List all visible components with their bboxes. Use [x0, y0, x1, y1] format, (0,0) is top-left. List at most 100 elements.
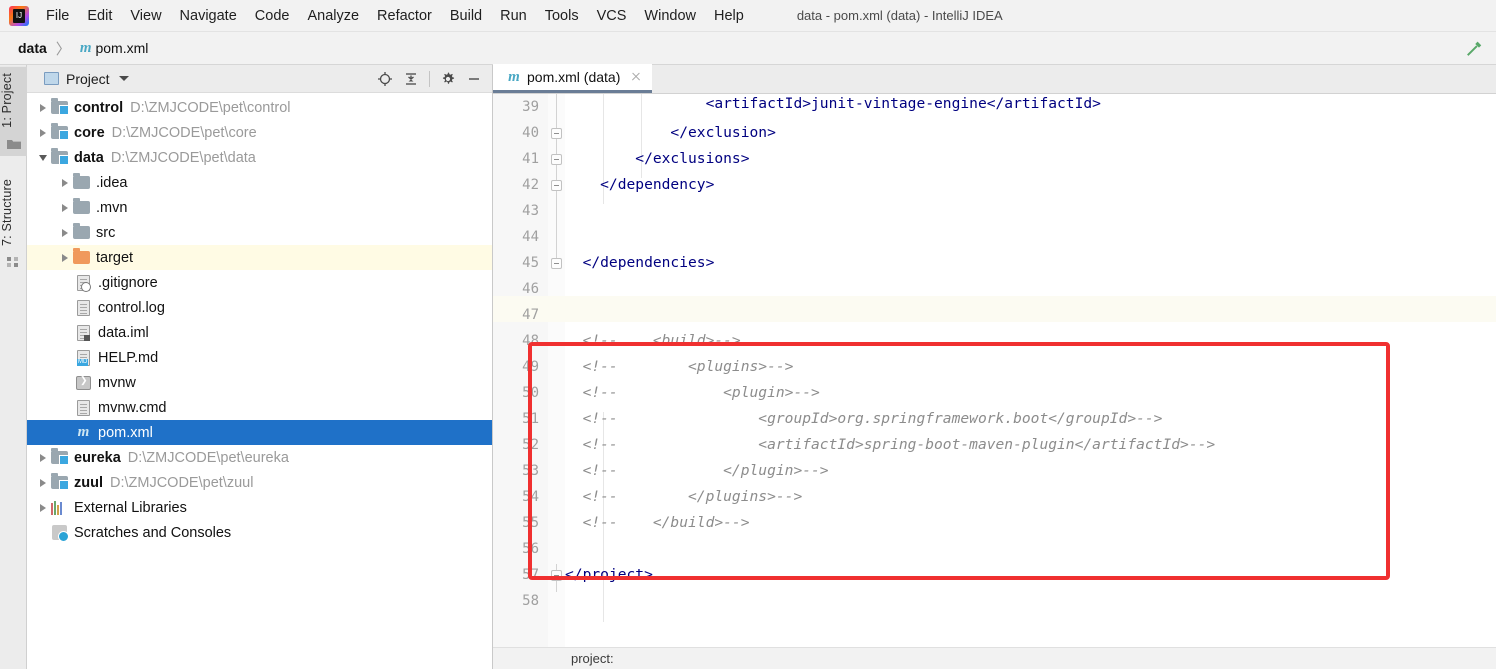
expand-arrow-icon[interactable] [35, 470, 51, 495]
hide-panel-icon[interactable] [462, 67, 486, 91]
editor-tab-pom-xml[interactable]: m pom.xml (data) [493, 64, 653, 93]
line-number: 43 [522, 203, 539, 219]
line-number: 55 [522, 515, 539, 531]
code-line: 57 </project> [493, 562, 1496, 588]
fold-marker-icon[interactable] [551, 570, 562, 581]
tree-item-label: zuul [74, 474, 103, 491]
hammer-icon[interactable] [1462, 38, 1484, 60]
tree-item-gitignore[interactable]: .gitignore [27, 270, 492, 295]
module-folder-icon [51, 148, 69, 166]
folder-icon [73, 198, 90, 216]
menu-navigate[interactable]: Navigate [171, 5, 246, 27]
tree-item-help-md[interactable]: HELP.md [27, 345, 492, 370]
line-content: <!-- </plugin>--> [565, 462, 829, 479]
locate-icon[interactable] [373, 67, 397, 91]
expand-arrow-icon[interactable] [35, 495, 51, 520]
tree-item-idea[interactable]: .idea [27, 170, 492, 195]
menu-vcs[interactable]: VCS [588, 5, 636, 27]
expand-arrow-icon[interactable] [57, 220, 73, 245]
breadcrumb-project[interactable]: data [14, 38, 51, 58]
code-line: 53 <!-- </plugin>--> [493, 458, 1496, 484]
line-content: <artifactId>junit-vintage-engine</artifa… [565, 95, 1101, 112]
expand-arrow-icon[interactable] [35, 95, 51, 120]
menu-refactor[interactable]: Refactor [368, 5, 441, 27]
breadcrumb-file[interactable]: m pom.xml [76, 38, 153, 59]
tree-item-src[interactable]: src [27, 220, 492, 245]
editor-tab-label: pom.xml (data) [527, 69, 621, 85]
editor-breadcrumb-bar[interactable]: project: [493, 647, 1496, 669]
expand-arrow-icon[interactable] [57, 170, 73, 195]
collapse-arrow-icon[interactable] [35, 145, 51, 170]
tree-item-control[interactable]: control D:\ZMJCODE\pet\control [27, 95, 492, 120]
line-number: 47 [522, 307, 539, 323]
menu-file[interactable]: File [37, 5, 78, 27]
line-number: 40 [522, 125, 539, 141]
close-icon[interactable] [628, 69, 644, 85]
menu-edit[interactable]: Edit [78, 5, 121, 27]
code-editor[interactable]: 39 <artifactId>junit-vintage-engine</art… [493, 94, 1496, 669]
tool-tab-project[interactable]: 1: Project [0, 67, 27, 156]
line-content: <!-- <groupId>org.springframework.boot</… [565, 410, 1163, 427]
navigation-bar: data 〉 m pom.xml [0, 32, 1496, 65]
code-line: 50 <!-- <plugin>--> [493, 380, 1496, 406]
line-number: 53 [522, 463, 539, 479]
line-content: <!-- <plugin>--> [565, 384, 820, 401]
code-line: 42 </dependency> [493, 172, 1496, 198]
editor-breadcrumb-label: project: [571, 651, 614, 666]
project-panel-title: Project [66, 70, 110, 87]
tree-item-mvn[interactable]: .mvn [27, 195, 492, 220]
tree-item-eureka[interactable]: eureka D:\ZMJCODE\pet\eureka [27, 445, 492, 470]
tree-item-core[interactable]: core D:\ZMJCODE\pet\core [27, 120, 492, 145]
menu-window[interactable]: Window [635, 5, 705, 27]
fold-marker-icon[interactable] [551, 180, 562, 191]
iml-file-icon [75, 324, 92, 341]
line-number: 45 [522, 255, 539, 271]
expand-arrow-icon[interactable] [57, 245, 73, 270]
fold-marker-icon[interactable] [551, 128, 562, 139]
markdown-file-icon [75, 349, 92, 366]
collapse-all-icon[interactable] [399, 67, 423, 91]
fold-marker-icon[interactable] [551, 258, 562, 269]
code-line: 48 <!-- <build>--> [493, 328, 1496, 354]
intellij-idea-logo-icon [9, 5, 29, 26]
tree-item-label: core [74, 124, 105, 141]
tree-item-control-log[interactable]: control.log [27, 295, 492, 320]
tree-item-pom-xml[interactable]: m pom.xml [27, 420, 492, 445]
menu-view[interactable]: View [121, 5, 170, 27]
menu-run[interactable]: Run [491, 5, 536, 27]
tool-tab-structure[interactable]: 7: Structure [0, 173, 27, 274]
fold-marker-icon[interactable] [551, 154, 562, 165]
tree-item-mvnw-cmd[interactable]: mvnw.cmd [27, 395, 492, 420]
menu-tools[interactable]: Tools [536, 5, 588, 27]
tree-item-label: control [74, 99, 124, 116]
chevron-down-icon[interactable] [118, 76, 129, 81]
expand-arrow-icon[interactable] [57, 195, 73, 220]
menu-analyze[interactable]: Analyze [298, 5, 368, 27]
excluded-folder-icon [73, 248, 90, 266]
project-view-icon [44, 72, 59, 85]
tree-item-target[interactable]: target [27, 245, 492, 270]
menu-help[interactable]: Help [705, 5, 753, 27]
tree-item-mvnw[interactable]: mvnw [27, 370, 492, 395]
tree-item-zuul[interactable]: zuul D:\ZMJCODE\pet\zuul [27, 470, 492, 495]
tree-item-label: control.log [98, 299, 165, 316]
intellij-idea-window: File Edit View Navigate Code Analyze Ref… [0, 0, 1496, 669]
expand-arrow-icon[interactable] [35, 120, 51, 145]
tool-tab-structure-label: 7: Structure [0, 179, 14, 247]
tree-item-data-iml[interactable]: data.iml [27, 320, 492, 345]
project-panel-toolbar [373, 67, 486, 91]
module-folder-icon [51, 98, 69, 116]
tree-item-data[interactable]: data D:\ZMJCODE\pet\data [27, 145, 492, 170]
menu-code[interactable]: Code [246, 5, 299, 27]
expand-arrow-icon[interactable] [35, 445, 51, 470]
tree-item-scratches-consoles[interactable]: Scratches and Consoles [27, 520, 492, 545]
code-line: 41 </exclusions> [493, 146, 1496, 172]
menu-bar: File Edit View Navigate Code Analyze Ref… [0, 0, 1496, 32]
code-line: 39 <artifactId>junit-vintage-engine</art… [493, 94, 1496, 120]
menu-build[interactable]: Build [441, 5, 491, 27]
settings-gear-icon[interactable] [436, 67, 460, 91]
libraries-icon [51, 499, 68, 516]
tree-item-external-libraries[interactable]: External Libraries [27, 495, 492, 520]
code-line: 55 <!-- </build>--> [493, 510, 1496, 536]
line-content: </exclusion> [565, 124, 776, 141]
